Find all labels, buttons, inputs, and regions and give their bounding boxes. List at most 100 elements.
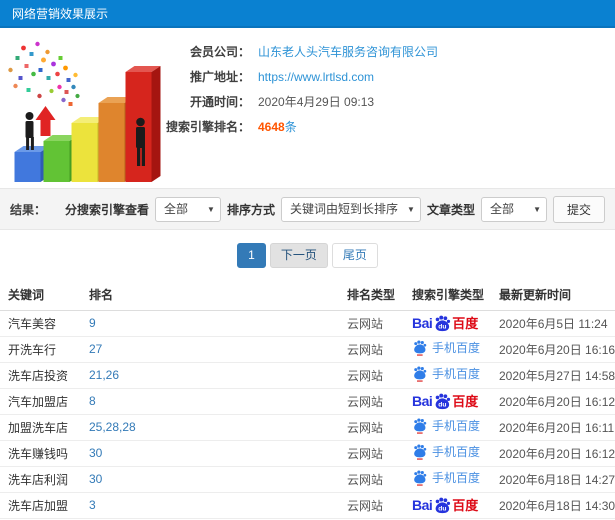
sort-select[interactable]: 关键词由短到长排序 ▼ — [280, 196, 421, 222]
article-type-value: 全部 — [489, 201, 514, 216]
pagination-page-1[interactable]: 1 — [237, 243, 266, 268]
cell-engine: 手机百度 — [408, 440, 495, 467]
sort-label: 排序方式 — [226, 202, 275, 217]
baidu-logo-bai-text: Bai — [412, 393, 433, 409]
table-row: 洗车赚钱吗 30 云网站 手机百度 2020年6月20日 16:12 — [0, 440, 615, 467]
engine-filter-label: 分搜索引擎查看 — [64, 202, 149, 217]
bar-chart-illustration — [0, 30, 185, 188]
mobile-baidu-logo: 手机百度 — [412, 469, 480, 486]
mobile-baidu-label: 手机百度 — [432, 366, 481, 381]
pagination-last-button[interactable]: 尾页 — [331, 243, 378, 268]
cell-engine: 手机百度 — [408, 362, 495, 389]
page: 网络营销效果展示 会员公司： 山东老人头汽车服务咨询有限公司 推广地址： htt… — [0, 0, 615, 520]
header-rank: 排名 — [85, 280, 343, 311]
cell-engine: Bai du 百度 — [408, 388, 495, 415]
cell-keyword: 开洗车行 — [0, 336, 85, 363]
table-header-row: 关键词 排名 排名类型 搜索引擎类型 最新更新时间 — [0, 280, 615, 311]
page-title: 网络营销效果展示 — [12, 7, 109, 21]
info-row-company: 会员公司： 山东老人头汽车服务咨询有限公司 — [155, 39, 615, 64]
baidu-logo-cn-text: 百度 — [452, 315, 479, 331]
header-update-time: 最新更新时间 — [495, 280, 615, 311]
cell-time: 2020年6月18日 14:27 — [495, 466, 615, 493]
open-time-value: 2020年4月29日 09:13 — [258, 95, 375, 109]
cell-time: 2020年6月20日 16:12 — [495, 388, 615, 415]
cell-keyword: 加盟洗车店 — [0, 414, 85, 441]
baidu-logo: Bai du 百度 — [412, 392, 478, 410]
baidu-logo-du-text: du — [439, 402, 447, 409]
cell-engine: Bai du 百度 — [408, 310, 495, 337]
filter-controls: 分搜索引擎查看 全部 ▼ 排序方式 关键词由短到长排序 ▼ 文章类型 全部 ▼ … — [64, 195, 605, 223]
chevron-down-icon: ▼ — [533, 204, 541, 214]
rank-count-value: 4648 — [258, 119, 285, 134]
cell-engine: 手机百度 — [408, 466, 495, 493]
cell-rank[interactable]: 3 — [85, 492, 343, 519]
baidu-logo-bai-text: Bai — [412, 315, 433, 331]
mobile-baidu-label: 手机百度 — [432, 444, 481, 459]
mobile-baidu-logo: 手机百度 — [412, 443, 480, 460]
cell-time: 2020年6月5日 11:24 — [495, 310, 615, 337]
header-engine-type: 搜索引擎类型 — [408, 280, 495, 311]
baidu-logo-bai-text: Bai — [412, 497, 433, 513]
result-label: 结果： — [10, 202, 47, 217]
company-name-link[interactable]: 山东老人头汽车服务咨询有限公司 — [258, 43, 438, 60]
cell-keyword: 汽车加盟店 — [0, 388, 85, 415]
confetti-dots — [8, 41, 80, 106]
cell-rank[interactable]: 8 — [85, 388, 343, 415]
cell-rank-type: 云网站 — [343, 336, 408, 363]
up-arrow — [35, 106, 56, 136]
table-row: 加盟洗车店 25,28,28 云网站 手机百度 2020年6月20日 16:11 — [0, 414, 615, 441]
mobile-baidu-label: 手机百度 — [432, 340, 481, 355]
header-rank-type: 排名类型 — [343, 280, 408, 311]
cell-rank[interactable]: 9 — [85, 310, 343, 337]
cell-rank-type: 云网站 — [343, 310, 408, 337]
cell-engine: Bai du 百度 — [408, 492, 495, 519]
mobile-baidu-logo: 手机百度 — [412, 417, 480, 434]
mobile-baidu-paw-icon — [414, 340, 427, 356]
cell-rank-type: 云网站 — [343, 414, 408, 441]
submit-button[interactable]: 提交 — [552, 195, 605, 223]
info-row-url: 推广地址： https://www.lrtlsd.com — [155, 64, 615, 89]
chevron-down-icon: ▼ — [207, 204, 215, 214]
mobile-baidu-logo: 手机百度 — [412, 339, 480, 356]
engine-filter-value: 全部 — [163, 201, 188, 216]
cell-time: 2020年6月20日 16:12 — [495, 440, 615, 467]
cell-keyword: 洗车店投资 — [0, 362, 85, 389]
rank-count-unit: 条 — [284, 120, 297, 134]
article-type-label: 文章类型 — [426, 202, 475, 217]
baidu-paw-icon: du — [435, 497, 451, 514]
results-table: 关键词 排名 排名类型 搜索引擎类型 最新更新时间 汽车美容 9 云网站 Bai… — [0, 280, 615, 519]
mobile-baidu-label: 手机百度 — [432, 470, 481, 485]
cell-rank[interactable]: 27 — [85, 336, 343, 363]
header-keyword: 关键词 — [0, 280, 85, 311]
table-row: 汽车加盟店 8 云网站 Bai du 百度 2020年6月20日 16:12 — [0, 388, 615, 415]
page-title-bar: 网络营销效果展示 — [0, 0, 615, 28]
cell-rank[interactable]: 25,28,28 — [85, 414, 343, 441]
article-type-select[interactable]: 全部 ▼ — [480, 196, 547, 222]
engine-filter-select[interactable]: 全部 ▼ — [154, 196, 221, 222]
sort-value: 关键词由短到长排序 — [289, 201, 398, 216]
pagination-next-button[interactable]: 下一页 — [269, 243, 328, 268]
mobile-baidu-paw-icon — [414, 366, 427, 382]
baidu-logo-cn-text: 百度 — [452, 497, 479, 513]
cell-rank-type: 云网站 — [343, 492, 408, 519]
baidu-logo-cn-text: 百度 — [452, 393, 479, 409]
cell-rank[interactable]: 30 — [85, 440, 343, 467]
chevron-down-icon: ▼ — [407, 204, 415, 214]
baidu-logo-du-text: du — [439, 324, 447, 331]
cell-rank[interactable]: 21,26 — [85, 362, 343, 389]
table-row: 汽车美容 9 云网站 Bai du 百度 2020年6月5日 11:24 — [0, 310, 615, 337]
mobile-baidu-paw-icon — [414, 470, 427, 486]
results-table-body: 汽车美容 9 云网站 Bai du 百度 2020年6月5日 11:24 开洗车… — [0, 310, 615, 519]
promo-url-link[interactable]: https://www.lrtlsd.com — [258, 70, 374, 84]
cell-time: 2020年6月20日 16:11 — [495, 414, 615, 441]
cell-keyword: 洗车店加盟 — [0, 492, 85, 519]
cell-keyword: 洗车赚钱吗 — [0, 440, 85, 467]
pagination: 1 下一页 尾页 — [0, 230, 615, 280]
baidu-paw-icon: du — [435, 315, 451, 332]
cell-rank[interactable]: 30 — [85, 466, 343, 493]
businessman-left — [25, 112, 34, 150]
cell-time: 2020年5月27日 14:58 — [495, 362, 615, 389]
cell-rank-type: 云网站 — [343, 466, 408, 493]
table-row: 洗车店加盟 3 云网站 Bai du 百度 2020年6月18日 14:30 — [0, 492, 615, 519]
member-info-list: 会员公司： 山东老人头汽车服务咨询有限公司 推广地址： https://www.… — [155, 28, 615, 139]
